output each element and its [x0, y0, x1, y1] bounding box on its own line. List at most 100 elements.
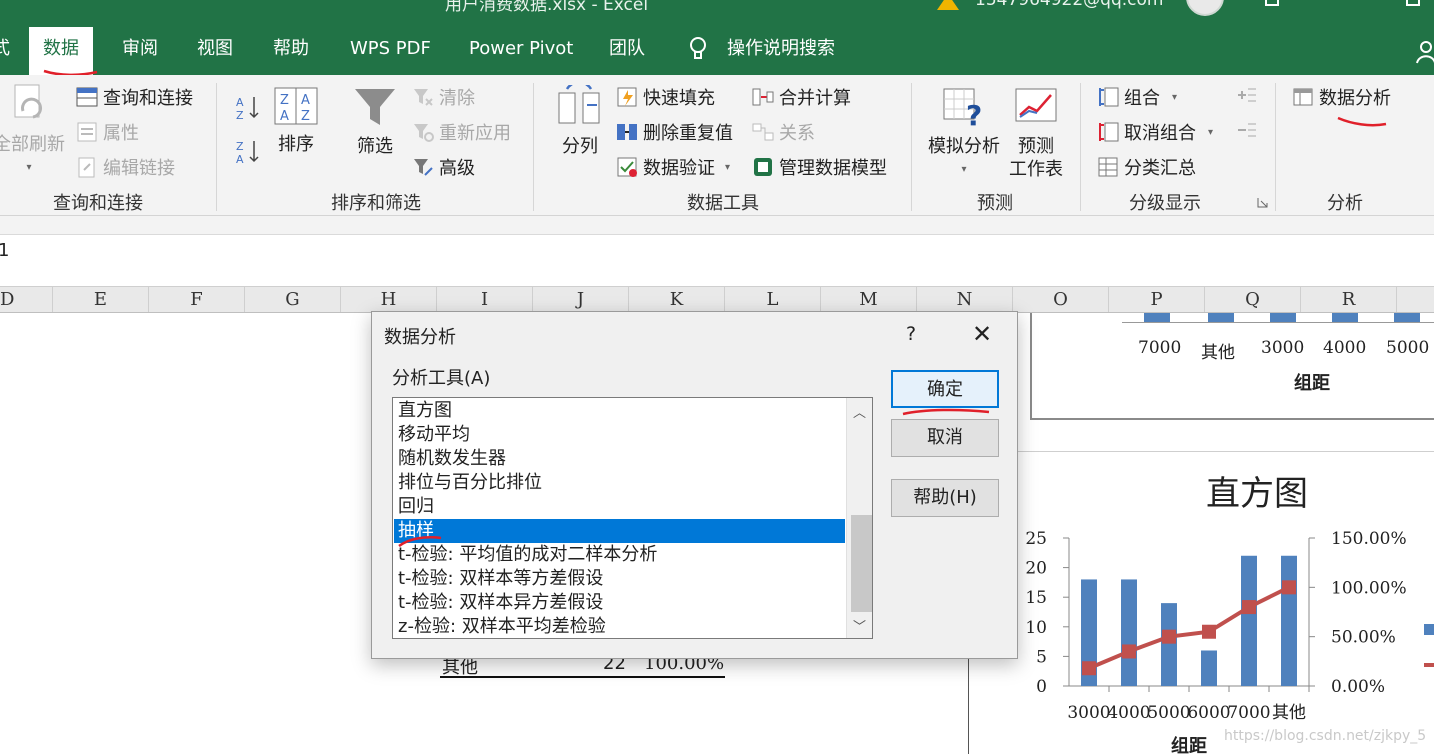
account-name[interactable]: 1547964922@qq.com [975, 0, 1163, 10]
hide-detail-icon[interactable] [1234, 120, 1258, 140]
column-header[interactable]: J [533, 287, 629, 312]
svg-text:Z: Z [280, 93, 289, 108]
listbox-scrollbar[interactable]: ︿ ﹀ [846, 398, 872, 638]
line-point [1242, 600, 1256, 615]
y2-tick-label: 50.00% [1331, 628, 1396, 648]
column-header[interactable]: N [917, 287, 1013, 312]
chevron-down-icon[interactable]: ▾ [1208, 127, 1213, 138]
cumulative-line [1088, 585, 1290, 671]
column-header[interactable]: F [149, 287, 245, 312]
warning-icon[interactable] [937, 0, 959, 10]
y-tick-label: 15 [1025, 588, 1047, 608]
chevron-down-icon[interactable]: ▾ [1172, 92, 1177, 103]
chevron-down-icon[interactable]: ▾ [725, 162, 730, 173]
filter-button[interactable]: 筛选 [352, 85, 398, 158]
data-model-icon [754, 158, 772, 176]
forecast-sheet-button[interactable]: 预测 工作表 [1008, 85, 1064, 181]
tab-formulas[interactable]: 式 [0, 36, 10, 62]
list-item[interactable]: 随机数发生器 [394, 447, 845, 471]
relationships-button[interactable]: 关系 [752, 119, 815, 145]
data-validation-button[interactable]: 数据验证 ▾ [616, 154, 730, 180]
show-detail-icon[interactable] [1234, 85, 1258, 105]
column-header[interactable]: L [725, 287, 821, 312]
tell-me-search[interactable]: 操作说明搜索 [727, 36, 835, 62]
tab-wps-pdf[interactable]: WPS PDF [350, 36, 431, 62]
formula-input[interactable] [0, 234, 1434, 270]
tab-team[interactable]: 团队 [609, 36, 645, 62]
close-icon[interactable]: ✕ [972, 320, 992, 348]
histogram-chart[interactable]: 直方图 0 5 10 15 20 25 0.00% 50.00% 100.00% 150.00% 3… [968, 451, 1434, 754]
sort-descending-button[interactable]: ZA [236, 139, 260, 165]
dialog-launcher-icon[interactable] [1257, 197, 1268, 208]
tab-data[interactable]: 数据 [29, 27, 93, 75]
help-button[interactable]: 帮助(H) [891, 479, 999, 517]
list-item[interactable]: t-检验: 双样本等方差假设 [394, 567, 845, 591]
consolidate-button[interactable]: 合并计算 [752, 84, 851, 110]
advanced-filter-button[interactable]: 高级 [412, 154, 475, 180]
column-header[interactable]: M [821, 287, 917, 312]
list-item[interactable]: z-检验: 双样本平均差检验 [394, 615, 845, 638]
column-header[interactable]: E [53, 287, 149, 312]
list-item[interactable]: 排位与百分比排位 [394, 471, 845, 495]
column-header[interactable]: K [629, 287, 725, 312]
tab-review[interactable]: 审阅 [122, 36, 158, 62]
histogram-chart-top[interactable]: 0 7000 其他 3000 4000 5000 组距 [999, 312, 1434, 420]
edit-links-button[interactable]: 编辑链接 [76, 154, 175, 180]
column-header[interactable]: I [437, 287, 533, 312]
list-item[interactable]: t-检验: 平均值的成对二样本分析 [394, 543, 845, 567]
group-label-sort-filter: 排序和筛选 [331, 193, 421, 214]
column-header[interactable]: R [1301, 287, 1397, 312]
ok-button[interactable]: 确定 [891, 370, 999, 408]
column-header[interactable]: O [1013, 287, 1109, 312]
column-header[interactable]: Q [1205, 287, 1301, 312]
properties-button[interactable]: 属性 [76, 119, 139, 145]
tab-power-pivot[interactable]: Power Pivot [469, 36, 573, 62]
remove-duplicates-button[interactable]: 删除重复值 [616, 119, 733, 145]
scrollbar-thumb[interactable] [851, 515, 872, 612]
lightbulb-icon [690, 37, 706, 59]
list-item[interactable]: t-检验: 双样本异方差假设 [394, 591, 845, 615]
share-user-icon[interactable] [1416, 40, 1434, 64]
scroll-down-icon[interactable]: ﹀ [853, 616, 866, 635]
avatar[interactable] [1186, 0, 1224, 16]
bar [1270, 313, 1296, 322]
help-icon[interactable]: ? [906, 323, 916, 345]
sort-dialog-icon: Z AA Z [274, 87, 318, 125]
list-item-selected[interactable]: 抽样 [394, 519, 845, 543]
flash-fill-button[interactable]: 快速填充 [616, 84, 715, 110]
clear-filter-button[interactable]: 清除 [412, 84, 475, 110]
queries-connections-button[interactable]: 查询和连接 [76, 84, 193, 110]
analysis-tools-listbox[interactable]: 直方图 移动平均 随机数发生器 排位与百分比排位 回归 抽样 t-检验: 平均值… [392, 397, 873, 639]
column-header[interactable]: P [1109, 287, 1205, 312]
what-if-analysis-button[interactable]: ? 模拟分析 ▾ [926, 85, 1002, 181]
sort-ascending-button[interactable]: AZ [236, 95, 260, 121]
bar [1281, 555, 1297, 686]
reapply-button[interactable]: 重新应用 [412, 119, 511, 145]
list-item[interactable]: 直方图 [394, 399, 845, 423]
column-header[interactable]: G [245, 287, 341, 312]
text-to-columns-button[interactable]: 分列 [556, 80, 604, 158]
manage-data-model-button[interactable]: 管理数据模型 [752, 154, 887, 180]
data-analysis-button[interactable]: 数据分析 [1292, 84, 1391, 110]
text-to-columns-icon [558, 80, 600, 124]
name-box[interactable]: 1 [0, 240, 9, 261]
restore-window-icon[interactable] [1265, 0, 1279, 6]
scroll-up-icon[interactable]: ︿ [853, 402, 866, 421]
group-button[interactable]: 组合 ▾ [1097, 84, 1177, 110]
close-window-icon[interactable] [1406, 0, 1420, 6]
column-header[interactable]: D [0, 287, 53, 312]
ungroup-button[interactable]: 取消组合 ▾ [1097, 119, 1213, 145]
list-item[interactable]: 移动平均 [394, 423, 845, 447]
data-analysis-icon [1293, 88, 1313, 106]
sort-button[interactable]: ZAAZ 排序 [272, 87, 320, 156]
x-tick-label: 5000 [1147, 703, 1190, 723]
tab-help[interactable]: 帮助 [273, 36, 309, 62]
cancel-button[interactable]: 取消 [891, 419, 999, 457]
list-item[interactable]: 回归 [394, 495, 845, 519]
svg-text:Z: Z [236, 140, 244, 153]
refresh-all-button[interactable]: 全部刷新 ▾ [0, 83, 68, 179]
subtotal-button[interactable]: 分类汇总 [1097, 154, 1196, 180]
tab-view[interactable]: 视图 [197, 36, 233, 62]
column-header[interactable]: H [341, 287, 437, 312]
y-tick-label: 25 [1025, 529, 1047, 549]
